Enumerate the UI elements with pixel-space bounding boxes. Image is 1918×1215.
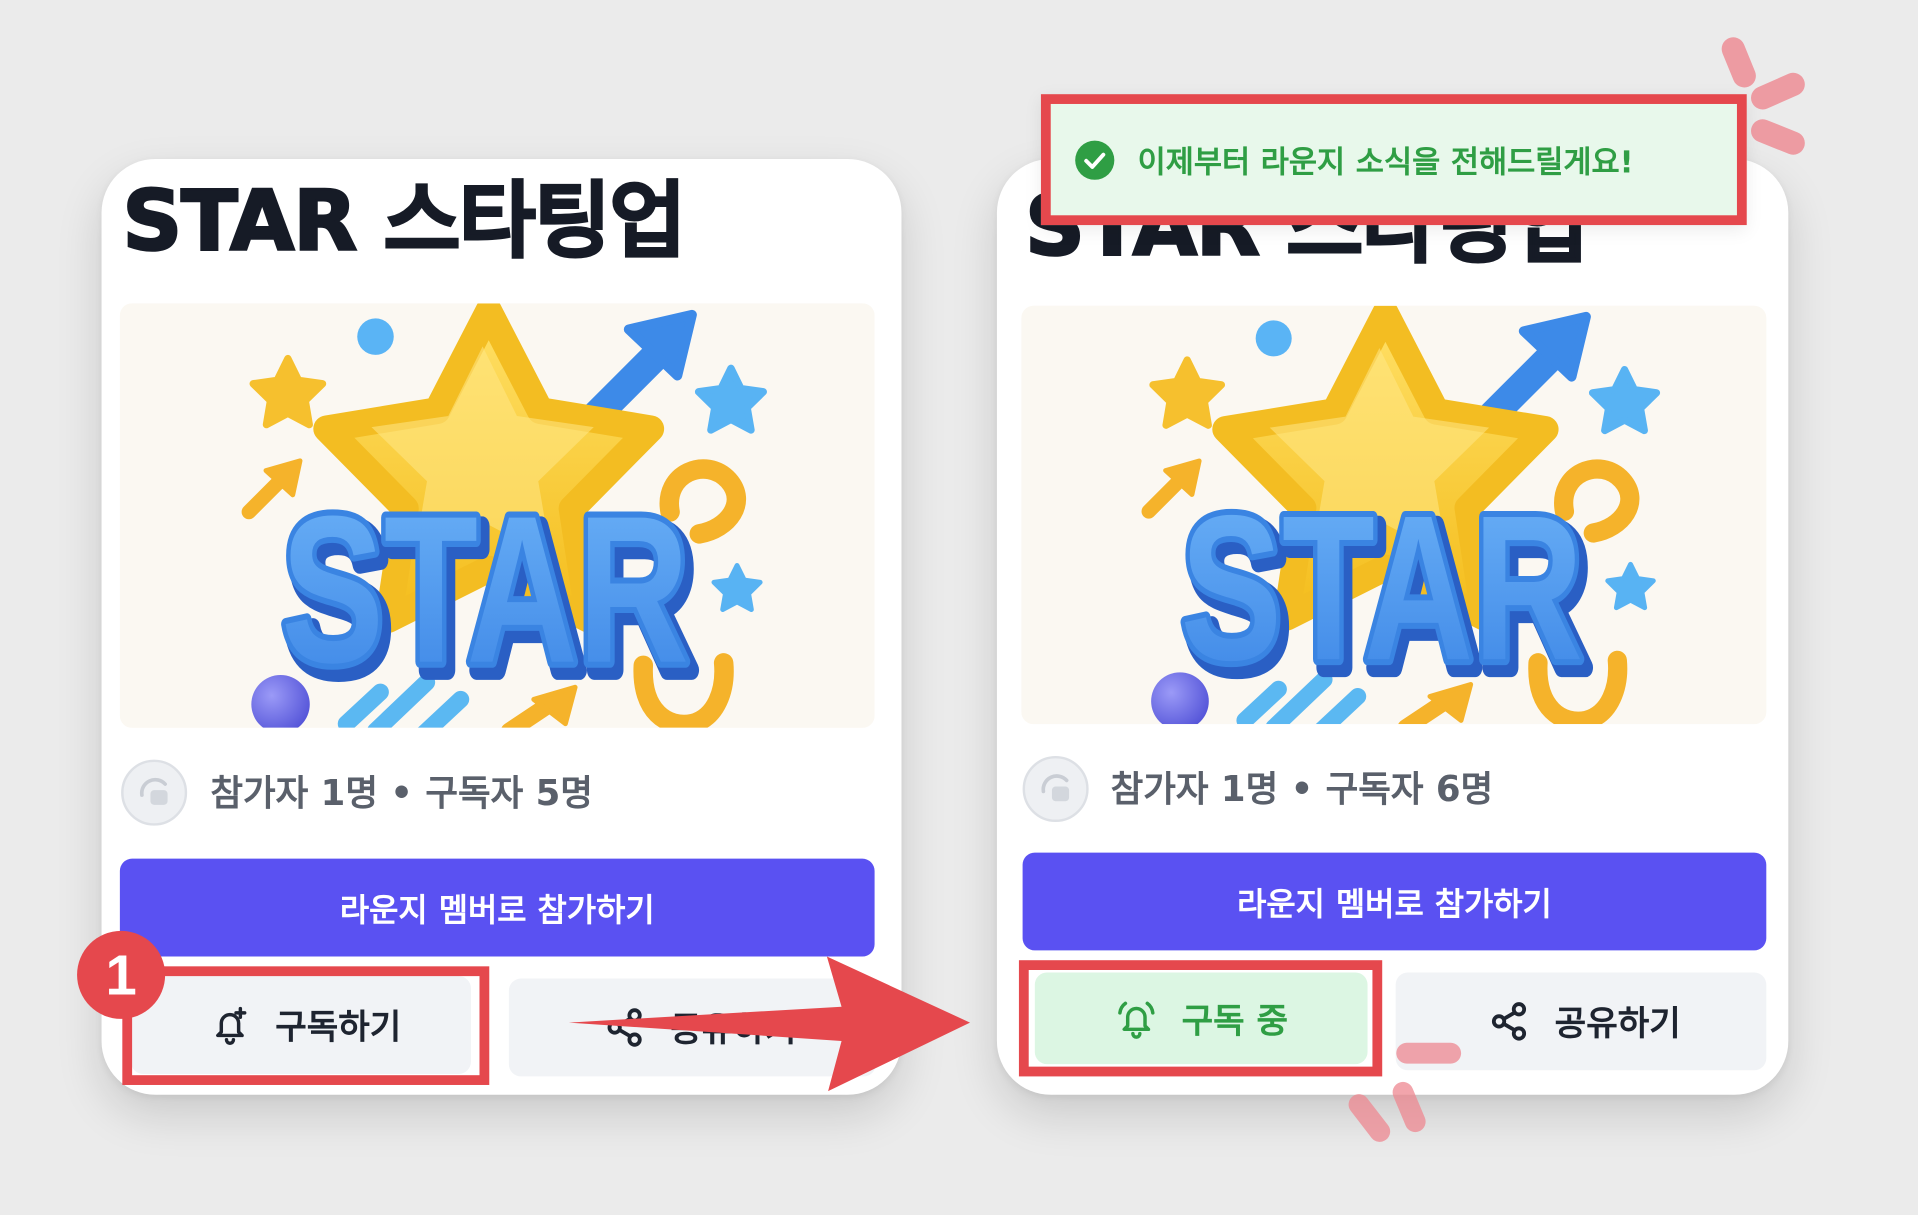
sparkle-dash — [1751, 72, 1805, 110]
subscribed-label: 구독 중 — [1181, 999, 1289, 1041]
join-lounge-button[interactable]: 라운지 멤버로 참가하기 — [1022, 852, 1767, 951]
check-circle-icon — [1074, 139, 1116, 181]
avatar-icon — [1021, 755, 1089, 823]
subscribe-button[interactable]: 구독하기 — [130, 976, 471, 1074]
join-lounge-button[interactable]: 라운지 멤버로 참가하기 — [119, 858, 875, 957]
star-illustration: STARSTAR — [1021, 305, 1767, 725]
blue-dot — [357, 318, 394, 355]
sparkle-dash — [1348, 1094, 1391, 1142]
share-icon — [1489, 1001, 1531, 1043]
lounge-card-after: STAR 스타팅업 STAR STAR 참가자 1명 • 구독자 6명 라운지 멤… — [996, 159, 1789, 1095]
share-icon — [604, 1007, 646, 1049]
toast-message: 이제부터 라운지 소식을 전해드릴게요! — [1137, 143, 1634, 180]
lounge-cover-image: STAR STAR — [119, 303, 875, 728]
subscribe-label: 구독하기 — [275, 1006, 402, 1048]
share-button[interactable]: 공유하기 — [1395, 972, 1767, 1071]
lounge-title: STAR 스타팅업 — [121, 173, 687, 271]
illustration-lettering: STAR — [281, 473, 689, 707]
step-number-badge: 1 — [77, 930, 166, 1019]
blue-dot — [1255, 320, 1292, 357]
sparkle-dash — [1392, 1081, 1426, 1133]
bell-plus-icon — [209, 1004, 251, 1046]
screenshot-stage: STAR 스타팅업 STAR STAR 참가자 1명 • 구독자 5명 라운지 멤… — [0, 0, 1918, 1215]
member-stats: 참가자 1명 • 구독자 6명 — [1110, 768, 1494, 810]
lounge-cover-image: STAR STAR — [1021, 305, 1767, 725]
sparkle-dash — [1721, 37, 1756, 88]
share-label: 공유하기 — [670, 1009, 797, 1050]
sparkle-dash — [1751, 119, 1805, 155]
avatar-icon — [120, 758, 188, 826]
share-label: 공유하기 — [1554, 1003, 1681, 1044]
lounge-card-before: STAR 스타팅업 STAR STAR 참가자 1명 • 구독자 5명 라운지 멤… — [101, 159, 902, 1095]
subscribe-success-toast: 이제부터 라운지 소식을 전해드릴게요! — [1040, 94, 1747, 226]
star-illustration: STARSTAR — [119, 303, 875, 728]
illustration-lettering: STAR — [1181, 472, 1584, 703]
subscribed-button[interactable]: 구독 중 — [1034, 972, 1368, 1065]
member-stats: 참가자 1명 • 구독자 5명 — [210, 771, 593, 814]
bell-ringing-icon — [1116, 998, 1158, 1040]
share-button[interactable]: 공유하기 — [508, 978, 876, 1077]
